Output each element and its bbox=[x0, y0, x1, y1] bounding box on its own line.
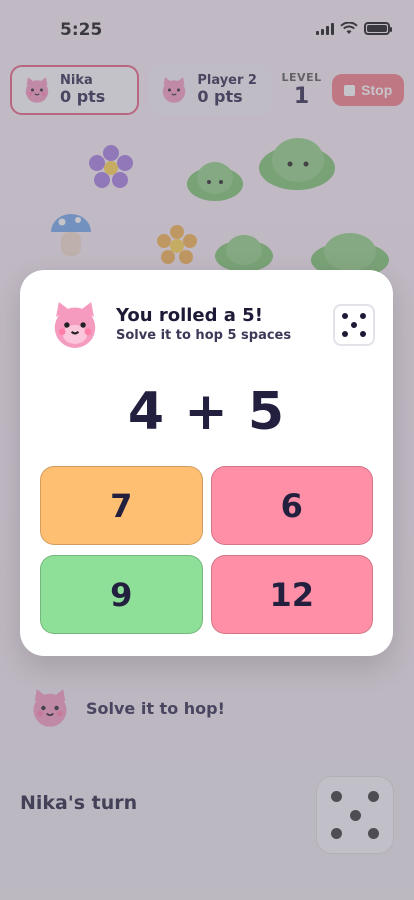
modal-subtitle: Solve it to hop 5 spaces bbox=[116, 328, 292, 343]
question-modal: You rolled a 5! Solve it to hop 5 spaces… bbox=[20, 270, 393, 656]
modal-title: You rolled a 5! bbox=[116, 305, 263, 326]
answer-button[interactable]: 7 bbox=[40, 466, 203, 545]
answer-grid: 7 6 9 12 bbox=[40, 466, 373, 634]
answer-button[interactable]: 9 bbox=[40, 555, 203, 634]
modal-header: You rolled a 5! Solve it to hop 5 spaces bbox=[48, 298, 375, 352]
dice-five-icon bbox=[333, 304, 375, 346]
cat-avatar-icon bbox=[54, 302, 96, 348]
math-equation: 4 + 5 bbox=[127, 382, 286, 442]
answer-button[interactable]: 12 bbox=[210, 555, 373, 634]
answer-button[interactable]: 6 bbox=[210, 466, 373, 545]
